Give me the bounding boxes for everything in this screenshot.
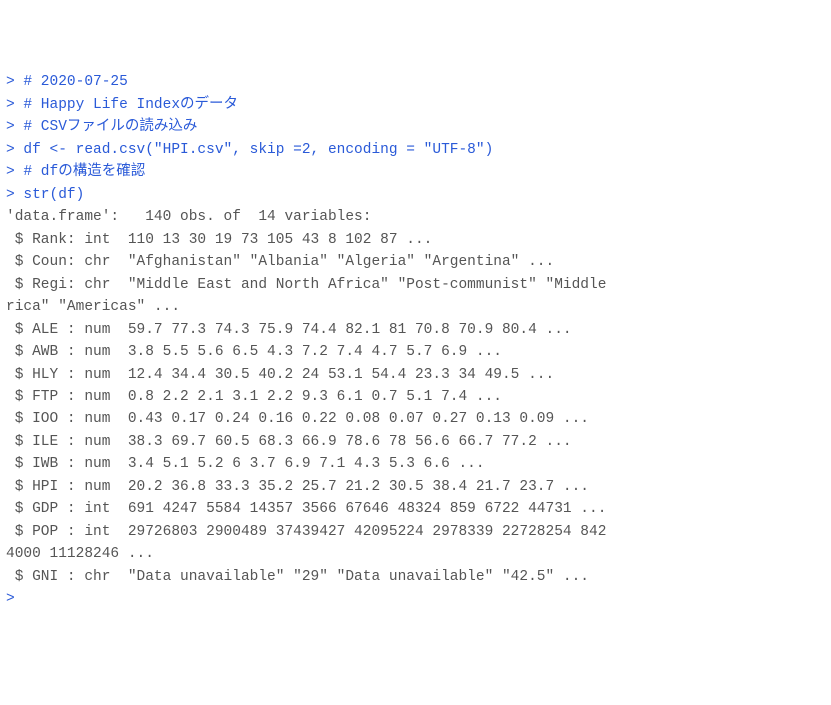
console-output-line: $ HPI : num 20.2 36.8 33.3 35.2 25.7 21.… <box>6 476 825 498</box>
output-text: $ Rank: int 110 13 30 19 73 105 43 8 102… <box>6 232 432 248</box>
prompt-glyph: > <box>6 164 23 180</box>
output-text: rica" "Americas" ... <box>6 299 180 315</box>
input-text: # 2020-07-25 <box>23 74 127 90</box>
output-text: $ Regi: chr "Middle East and North Afric… <box>6 277 606 293</box>
output-text: $ POP : int 29726803 2900489 37439427 42… <box>6 524 606 540</box>
console-input-line: > str(df) <box>6 184 825 206</box>
input-text: # dfの構造を確認 <box>23 164 145 180</box>
output-text: $ AWB : num 3.8 5.5 5.6 6.5 4.3 7.2 7.4 … <box>6 344 502 360</box>
console-input-line: > # Happy Life Indexのデータ <box>6 94 825 116</box>
console-output-line: $ POP : int 29726803 2900489 37439427 42… <box>6 521 825 543</box>
console-output-line: $ IOO : num 0.43 0.17 0.24 0.16 0.22 0.0… <box>6 408 825 430</box>
console-output-line: $ Rank: int 110 13 30 19 73 105 43 8 102… <box>6 229 825 251</box>
console-output-line: $ Regi: chr "Middle East and North Afric… <box>6 274 825 296</box>
console-output-line: $ ILE : num 38.3 69.7 60.5 68.3 66.9 78.… <box>6 431 825 453</box>
console-output-line: 4000 11128246 ... <box>6 543 825 565</box>
console-output-line: $ GDP : int 691 4247 5584 14357 3566 676… <box>6 498 825 520</box>
console-output-line: $ AWB : num 3.8 5.5 5.6 6.5 4.3 7.2 7.4 … <box>6 341 825 363</box>
output-text: $ GDP : int 691 4247 5584 14357 3566 676… <box>6 501 606 517</box>
console-output-line: $ HLY : num 12.4 34.4 30.5 40.2 24 53.1 … <box>6 364 825 386</box>
output-text: $ FTP : num 0.8 2.2 2.1 3.1 2.2 9.3 6.1 … <box>6 389 502 405</box>
input-text: # CSVファイルの読み込み <box>23 119 197 135</box>
prompt-glyph: > <box>6 119 23 135</box>
console-output-line: $ Coun: chr "Afghanistan" "Albania" "Alg… <box>6 251 825 273</box>
console-input-line: > # 2020-07-25 <box>6 71 825 93</box>
console-output-line: $ IWB : num 3.4 5.1 5.2 6 3.7 6.9 7.1 4.… <box>6 453 825 475</box>
console-output-line: $ FTP : num 0.8 2.2 2.1 3.1 2.2 9.3 6.1 … <box>6 386 825 408</box>
output-text: $ ILE : num 38.3 69.7 60.5 68.3 66.9 78.… <box>6 434 572 450</box>
input-text: str(df) <box>23 187 84 203</box>
prompt-glyph: > <box>6 591 23 607</box>
output-text: $ HPI : num 20.2 36.8 33.3 35.2 25.7 21.… <box>6 479 589 495</box>
input-text: df <- read.csv("HPI.csv", skip =2, encod… <box>23 142 493 158</box>
console-input-line: > # CSVファイルの読み込み <box>6 116 825 138</box>
prompt-glyph: > <box>6 142 23 158</box>
prompt-glyph: > <box>6 97 23 113</box>
output-text: $ ALE : num 59.7 77.3 74.3 75.9 74.4 82.… <box>6 322 572 338</box>
output-text: 'data.frame': 140 obs. of 14 variables: <box>6 209 371 225</box>
console-input-line: > df <- read.csv("HPI.csv", skip =2, enc… <box>6 139 825 161</box>
console-output-line: $ ALE : num 59.7 77.3 74.3 75.9 74.4 82.… <box>6 319 825 341</box>
prompt-glyph: > <box>6 187 23 203</box>
console-output-line: $ GNI : chr "Data unavailable" "29" "Dat… <box>6 566 825 588</box>
output-text: 4000 11128246 ... <box>6 546 154 562</box>
output-text: $ GNI : chr "Data unavailable" "29" "Dat… <box>6 569 589 585</box>
output-text: $ Coun: chr "Afghanistan" "Albania" "Alg… <box>6 254 554 270</box>
output-text: $ HLY : num 12.4 34.4 30.5 40.2 24 53.1 … <box>6 367 554 383</box>
console-output-line: 'data.frame': 140 obs. of 14 variables: <box>6 206 825 228</box>
r-console[interactable]: > # 2020-07-25> # Happy Life Indexのデータ> … <box>6 71 825 610</box>
output-text: $ IWB : num 3.4 5.1 5.2 6 3.7 6.9 7.1 4.… <box>6 456 485 472</box>
console-input-line: > # dfの構造を確認 <box>6 161 825 183</box>
input-text: # Happy Life Indexのデータ <box>23 97 238 113</box>
prompt-glyph: > <box>6 74 23 90</box>
output-text: $ IOO : num 0.43 0.17 0.24 0.16 0.22 0.0… <box>6 411 589 427</box>
console-output-line: rica" "Americas" ... <box>6 296 825 318</box>
console-input-line: > <box>6 588 825 610</box>
